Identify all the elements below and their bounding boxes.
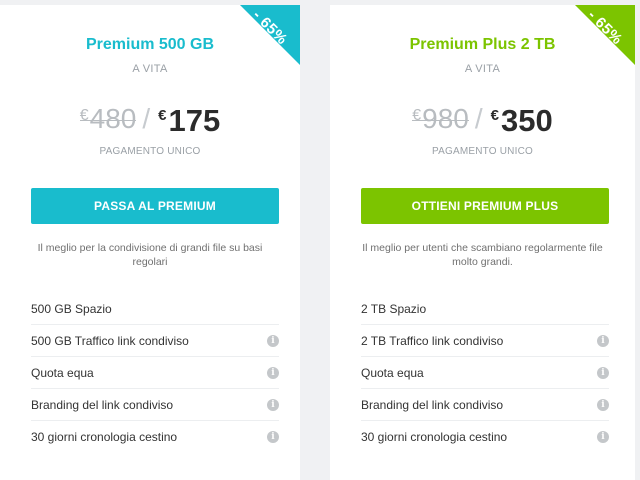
new-price: € 175 — [158, 103, 220, 139]
feature-item: 30 giorni cronologia cestino i — [31, 421, 279, 452]
feature-list: 500 GB Spazio 500 GB Traffico link condi… — [31, 293, 279, 452]
feature-item: 2 TB Traffico link condiviso i — [361, 325, 609, 357]
feature-label: 30 giorni cronologia cestino — [31, 429, 178, 444]
payment-label: PAGAMENTO UNICO — [432, 146, 533, 157]
get-premium-plus-button[interactable]: OTTIENI PREMIUM PLUS — [361, 188, 609, 224]
feature-item: 500 GB Traffico link condiviso i — [31, 325, 279, 357]
feature-label: Quota equa — [31, 365, 94, 380]
plan-title: Premium 500 GB — [85, 36, 215, 53]
feature-label: Branding del link condiviso — [361, 397, 504, 412]
plan-subtitle: A VITA — [132, 63, 168, 75]
feature-label: 2 TB Traffico link condiviso — [361, 333, 504, 348]
feature-item: Quota equa i — [31, 357, 279, 389]
feature-item: 500 GB Spazio — [31, 293, 279, 325]
info-icon[interactable]: i — [267, 334, 279, 347]
price-separator: / — [474, 103, 483, 134]
feature-label: 2 TB Spazio — [361, 301, 427, 316]
plan-subtitle: A VITA — [464, 63, 501, 75]
price-row: € 980 / € 350 — [330, 103, 635, 139]
old-price: € 480 — [79, 103, 137, 135]
new-price: € 350 — [491, 103, 553, 139]
new-price-value: 350 — [501, 103, 553, 138]
info-icon[interactable]: i — [597, 366, 609, 379]
old-price-value: 980 — [422, 103, 469, 134]
old-price-currency: € — [412, 107, 422, 124]
info-icon[interactable]: i — [597, 334, 609, 347]
feature-label: 500 GB Spazio — [31, 301, 112, 316]
plan-title: Premium Plus 2 TB — [409, 36, 556, 53]
feature-item: Quota equa i — [361, 357, 609, 389]
old-price: € 980 — [412, 103, 469, 135]
new-price-currency: € — [490, 107, 499, 124]
info-icon[interactable]: i — [597, 398, 609, 411]
upgrade-premium-button[interactable]: PASSA AL PREMIUM — [31, 188, 279, 224]
strikethrough-line — [79, 120, 137, 121]
strikethrough-line — [412, 120, 469, 121]
feature-item: 30 giorni cronologia cestino i — [361, 421, 609, 452]
feature-list: 2 TB Spazio 2 TB Traffico link condiviso… — [361, 293, 609, 452]
info-icon[interactable]: i — [267, 430, 279, 443]
feature-label: 30 giorni cronologia cestino — [361, 429, 508, 444]
plan-card-premium-plus-2tb: - 65% Premium Plus 2 TB A VITA € 980 / €… — [330, 5, 635, 480]
feature-item: Branding del link condiviso i — [31, 389, 279, 421]
feature-item: 2 TB Spazio — [361, 293, 609, 325]
payment-label: PAGAMENTO UNICO — [99, 146, 201, 157]
plan-description: Il meglio per utenti che scambiano regol… — [362, 242, 603, 268]
price-separator: / — [142, 103, 151, 134]
new-price-value: 175 — [168, 103, 221, 138]
old-price-value: 480 — [89, 103, 137, 134]
plan-card-premium-500gb: - 65% Premium 500 GB A VITA € 480 / € 17… — [0, 5, 300, 480]
old-price-currency: € — [79, 107, 89, 124]
feature-label: Quota equa — [361, 365, 424, 380]
feature-label: Branding del link condiviso — [31, 397, 174, 412]
info-icon[interactable]: i — [267, 366, 279, 379]
feature-item: Branding del link condiviso i — [361, 389, 609, 421]
price-row: € 480 / € 175 — [0, 103, 300, 139]
feature-label: 500 GB Traffico link condiviso — [31, 333, 189, 348]
new-price-currency: € — [158, 107, 167, 124]
info-icon[interactable]: i — [597, 430, 609, 443]
plan-description: Il meglio per la condivisione di grandi … — [37, 242, 263, 268]
info-icon[interactable]: i — [267, 398, 279, 411]
